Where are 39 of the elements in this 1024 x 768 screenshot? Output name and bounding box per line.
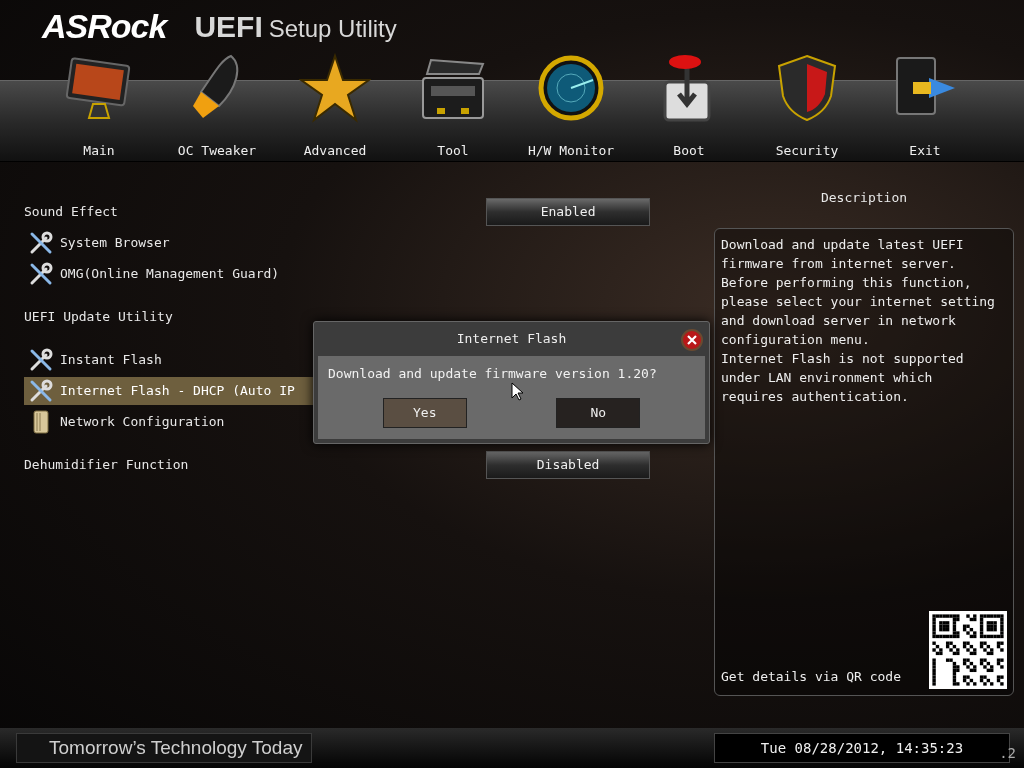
mouse-cursor-icon (511, 382, 523, 401)
menu-item[interactable]: Network Configuration (24, 407, 314, 436)
nav-tab[interactable]: Advanced (276, 52, 394, 162)
brand-logo: ASRock (42, 5, 167, 47)
nav-tab[interactable]: Boot (630, 52, 748, 162)
product-title: UEFI (194, 8, 263, 45)
product-subtitle: Setup Utility (268, 13, 397, 44)
star-icon (299, 52, 371, 124)
corner-text: .2 (999, 744, 1016, 763)
nav-tab[interactable]: Tool (394, 52, 512, 162)
setting-label: Sound Effect (24, 202, 119, 221)
dialog-button[interactable]: No (556, 397, 641, 428)
nav-tab[interactable]: Security (748, 52, 866, 162)
menu-item[interactable]: OMG(Online Management Guard) (24, 259, 314, 288)
menu-item[interactable]: Internet Flash - DHCP (Auto IP (24, 376, 314, 405)
wrench-screwdriver-icon (28, 346, 54, 373)
slogan: Tomorrow’s Technology Today (16, 733, 312, 763)
dialog-message: Download and update firmware version 1.20? (327, 365, 658, 383)
dialog-button[interactable]: Yes (382, 397, 467, 428)
wrench-screwdriver-icon (28, 229, 54, 256)
setting-label: Dehumidifier Function (24, 455, 190, 474)
section-heading: UEFI Update Utility (24, 307, 173, 326)
description-text: Download and update latest UEFI firmware from internet server. Before performing this function, please select your internet setting and download server in network configuration menu. Internet Flash is not supported under LAN environment which requires authentication. (721, 235, 996, 406)
qr-caption: Get details via QR code (721, 668, 901, 686)
description-title: Description (820, 189, 908, 207)
wrench-screwdriver-icon (28, 377, 54, 404)
setting-value-button[interactable]: Disabled (486, 450, 650, 479)
nav-tab[interactable]: H/W Monitor (512, 52, 630, 162)
nav-tab[interactable]: Exit (866, 52, 984, 162)
setting-value-button[interactable]: Enabled (486, 197, 650, 226)
menu-item[interactable]: System Browser (24, 228, 314, 257)
nav-tab[interactable]: OC Tweaker (158, 52, 276, 162)
nav-tab[interactable]: Main (40, 52, 158, 162)
dialog-title: Internet Flash (456, 330, 567, 349)
qr-code-icon (929, 610, 1007, 689)
menu-item[interactable]: Instant Flash (24, 345, 314, 374)
wrench-screwdriver-icon (28, 260, 54, 287)
close-button[interactable] (681, 329, 703, 351)
close-icon (687, 335, 697, 345)
